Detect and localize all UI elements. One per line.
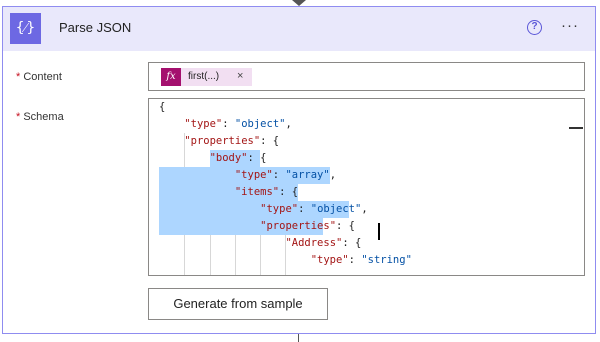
action-header[interactable]: {⁄} Parse JSON ? ··· (3, 7, 595, 51)
schema-label: * Schema (16, 111, 64, 123)
required-asterisk: * (16, 111, 21, 123)
code-line: "type": "array", (234, 169, 337, 181)
schema-editor[interactable]: { "type": "object", "properties": { "bod… (148, 98, 585, 276)
content-label-text: Content (23, 71, 62, 83)
token-label: first(...) (188, 71, 220, 82)
code-line: "body": { (209, 152, 267, 164)
code-line: "type": "string" (310, 254, 412, 266)
expression-fx-icon: fx (161, 68, 181, 86)
code-line: "type": "object", (260, 203, 368, 215)
content-label: * Content (16, 71, 62, 83)
more-options-icon[interactable]: ··· (561, 17, 579, 34)
code-line: "properties": { (260, 220, 355, 232)
code-line: "Address": { (285, 237, 362, 249)
code-line: "properties": { (184, 135, 280, 147)
remove-token-icon[interactable]: × (237, 70, 243, 82)
schema-code-area[interactable]: { "type": "object", "properties": { "bod… (149, 99, 584, 275)
text-caret (378, 223, 380, 240)
action-title[interactable]: Parse JSON (59, 20, 131, 35)
overview-ruler-marker (569, 127, 583, 129)
generate-from-sample-button[interactable]: Generate from sample (148, 288, 328, 320)
content-input[interactable]: fx first(...) × (148, 62, 585, 91)
code-line: { (159, 101, 166, 113)
flow-connector-line (298, 334, 299, 342)
dynamic-content-token[interactable]: fx first(...) × (161, 68, 252, 86)
code-line: "type": "object", (184, 118, 292, 130)
schema-label-text: Schema (23, 111, 64, 123)
required-asterisk: * (16, 71, 21, 83)
braces-icon: {⁄} (10, 13, 41, 44)
parse-json-action-card: {⁄} Parse JSON ? ··· * Content fx first(… (2, 6, 596, 334)
code-line: "items": { (234, 186, 299, 198)
help-icon[interactable]: ? (527, 20, 542, 35)
